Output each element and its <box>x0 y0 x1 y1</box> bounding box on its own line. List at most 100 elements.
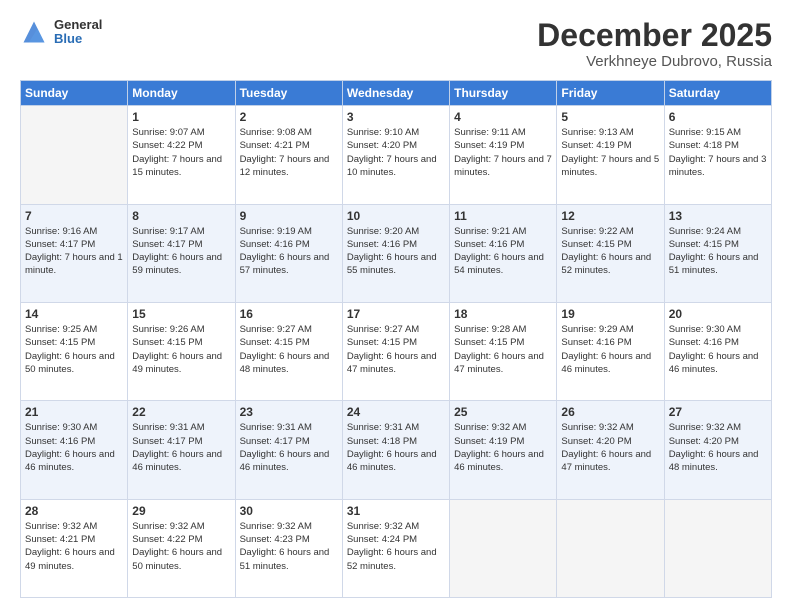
calendar-cell: 24 Sunrise: 9:31 AM Sunset: 4:18 PM Dayli… <box>342 401 449 499</box>
day-number: 27 <box>669 405 767 419</box>
day-info: Sunrise: 9:31 AM Sunset: 4:18 PM Dayligh… <box>347 421 445 474</box>
day-number: 2 <box>240 110 338 124</box>
weekday-header-friday: Friday <box>557 81 664 106</box>
logo-blue: Blue <box>54 32 102 46</box>
day-info: Sunrise: 9:27 AM Sunset: 4:15 PM Dayligh… <box>240 323 338 376</box>
day-number: 16 <box>240 307 338 321</box>
title-block: December 2025 Verkhneye Dubrovo, Russia <box>537 18 772 70</box>
day-number: 21 <box>25 405 123 419</box>
day-info: Sunrise: 9:29 AM Sunset: 4:16 PM Dayligh… <box>561 323 659 376</box>
day-info: Sunrise: 9:31 AM Sunset: 4:17 PM Dayligh… <box>240 421 338 474</box>
day-number: 23 <box>240 405 338 419</box>
day-number: 15 <box>132 307 230 321</box>
day-number: 31 <box>347 504 445 518</box>
day-info: Sunrise: 9:16 AM Sunset: 4:17 PM Dayligh… <box>25 225 123 278</box>
day-number: 22 <box>132 405 230 419</box>
calendar-cell: 12 Sunrise: 9:22 AM Sunset: 4:15 PM Dayli… <box>557 204 664 302</box>
calendar-cell: 5 Sunrise: 9:13 AM Sunset: 4:19 PM Daylig… <box>557 106 664 204</box>
calendar-cell: 1 Sunrise: 9:07 AM Sunset: 4:22 PM Daylig… <box>128 106 235 204</box>
calendar-cell: 16 Sunrise: 9:27 AM Sunset: 4:15 PM Dayli… <box>235 302 342 400</box>
location: Verkhneye Dubrovo, Russia <box>537 53 772 70</box>
calendar-cell: 2 Sunrise: 9:08 AM Sunset: 4:21 PM Daylig… <box>235 106 342 204</box>
calendar-week-2: 7 Sunrise: 9:16 AM Sunset: 4:17 PM Daylig… <box>21 204 772 302</box>
weekday-header-wednesday: Wednesday <box>342 81 449 106</box>
day-number: 26 <box>561 405 659 419</box>
logo-general: General <box>54 18 102 32</box>
day-number: 6 <box>669 110 767 124</box>
day-info: Sunrise: 9:17 AM Sunset: 4:17 PM Dayligh… <box>132 225 230 278</box>
day-info: Sunrise: 9:32 AM Sunset: 4:22 PM Dayligh… <box>132 520 230 573</box>
day-info: Sunrise: 9:30 AM Sunset: 4:16 PM Dayligh… <box>669 323 767 376</box>
day-info: Sunrise: 9:10 AM Sunset: 4:20 PM Dayligh… <box>347 126 445 179</box>
calendar-cell <box>450 499 557 597</box>
day-number: 1 <box>132 110 230 124</box>
day-info: Sunrise: 9:08 AM Sunset: 4:21 PM Dayligh… <box>240 126 338 179</box>
calendar-cell: 14 Sunrise: 9:25 AM Sunset: 4:15 PM Dayli… <box>21 302 128 400</box>
calendar-cell: 11 Sunrise: 9:21 AM Sunset: 4:16 PM Dayli… <box>450 204 557 302</box>
logo-text: General Blue <box>54 18 102 47</box>
calendar-cell: 17Sunrise: 9:27 AM Sunset: 4:15 PM Dayli… <box>342 302 449 400</box>
calendar-cell: 25Sunrise: 9:32 AM Sunset: 4:19 PM Dayli… <box>450 401 557 499</box>
page: General Blue December 2025 Verkhneye Dub… <box>0 0 792 612</box>
day-info: Sunrise: 9:21 AM Sunset: 4:16 PM Dayligh… <box>454 225 552 278</box>
calendar-cell: 8 Sunrise: 9:17 AM Sunset: 4:17 PM Daylig… <box>128 204 235 302</box>
day-number: 18 <box>454 307 552 321</box>
day-number: 20 <box>669 307 767 321</box>
day-number: 3 <box>347 110 445 124</box>
day-number: 19 <box>561 307 659 321</box>
logo-icon <box>20 18 48 46</box>
day-info: Sunrise: 9:22 AM Sunset: 4:15 PM Dayligh… <box>561 225 659 278</box>
day-info: Sunrise: 9:26 AM Sunset: 4:15 PM Dayligh… <box>132 323 230 376</box>
day-info: Sunrise: 9:32 AM Sunset: 4:23 PM Dayligh… <box>240 520 338 573</box>
day-number: 7 <box>25 209 123 223</box>
day-info: Sunrise: 9:11 AM Sunset: 4:19 PM Dayligh… <box>454 126 552 179</box>
calendar-week-1: 1 Sunrise: 9:07 AM Sunset: 4:22 PM Daylig… <box>21 106 772 204</box>
day-number: 28 <box>25 504 123 518</box>
calendar-cell: 20 Sunrise: 9:30 AM Sunset: 4:16 PM Dayli… <box>664 302 771 400</box>
calendar-cell: 19 Sunrise: 9:29 AM Sunset: 4:16 PM Dayli… <box>557 302 664 400</box>
day-info: Sunrise: 9:25 AM Sunset: 4:15 PM Dayligh… <box>25 323 123 376</box>
day-number: 9 <box>240 209 338 223</box>
day-number: 5 <box>561 110 659 124</box>
day-info: Sunrise: 9:07 AM Sunset: 4:22 PM Dayligh… <box>132 126 230 179</box>
calendar-table: SundayMondayTuesdayWednesdayThursdayFrid… <box>20 80 772 598</box>
calendar-cell: 28Sunrise: 9:32 AM Sunset: 4:21 PM Dayli… <box>21 499 128 597</box>
calendar-cell: 15 Sunrise: 9:26 AM Sunset: 4:15 PM Dayli… <box>128 302 235 400</box>
calendar-header-row: SundayMondayTuesdayWednesdayThursdayFrid… <box>21 81 772 106</box>
weekday-header-tuesday: Tuesday <box>235 81 342 106</box>
calendar-cell: 9Sunrise: 9:19 AM Sunset: 4:16 PM Daylig… <box>235 204 342 302</box>
day-number: 4 <box>454 110 552 124</box>
day-number: 11 <box>454 209 552 223</box>
day-number: 12 <box>561 209 659 223</box>
calendar-cell: 6Sunrise: 9:15 AM Sunset: 4:18 PM Daylig… <box>664 106 771 204</box>
day-number: 17 <box>347 307 445 321</box>
calendar-cell <box>664 499 771 597</box>
calendar-cell: 23 Sunrise: 9:31 AM Sunset: 4:17 PM Dayli… <box>235 401 342 499</box>
calendar-cell: 10Sunrise: 9:20 AM Sunset: 4:16 PM Dayli… <box>342 204 449 302</box>
calendar-cell: 13 Sunrise: 9:24 AM Sunset: 4:15 PM Dayli… <box>664 204 771 302</box>
calendar-cell: 26Sunrise: 9:32 AM Sunset: 4:20 PM Dayli… <box>557 401 664 499</box>
calendar-cell: 29Sunrise: 9:32 AM Sunset: 4:22 PM Dayli… <box>128 499 235 597</box>
calendar-cell: 21 Sunrise: 9:30 AM Sunset: 4:16 PM Dayli… <box>21 401 128 499</box>
day-number: 13 <box>669 209 767 223</box>
calendar-cell: 7 Sunrise: 9:16 AM Sunset: 4:17 PM Daylig… <box>21 204 128 302</box>
day-number: 24 <box>347 405 445 419</box>
day-info: Sunrise: 9:20 AM Sunset: 4:16 PM Dayligh… <box>347 225 445 278</box>
day-info: Sunrise: 9:32 AM Sunset: 4:24 PM Dayligh… <box>347 520 445 573</box>
weekday-header-thursday: Thursday <box>450 81 557 106</box>
calendar-cell: 30 Sunrise: 9:32 AM Sunset: 4:23 PM Dayli… <box>235 499 342 597</box>
day-info: Sunrise: 9:24 AM Sunset: 4:15 PM Dayligh… <box>669 225 767 278</box>
day-number: 14 <box>25 307 123 321</box>
calendar-cell: 4 Sunrise: 9:11 AM Sunset: 4:19 PM Daylig… <box>450 106 557 204</box>
day-info: Sunrise: 9:13 AM Sunset: 4:19 PM Dayligh… <box>561 126 659 179</box>
day-number: 30 <box>240 504 338 518</box>
day-number: 8 <box>132 209 230 223</box>
calendar-cell: 3 Sunrise: 9:10 AM Sunset: 4:20 PM Daylig… <box>342 106 449 204</box>
calendar-week-5: 28Sunrise: 9:32 AM Sunset: 4:21 PM Dayli… <box>21 499 772 597</box>
calendar-cell: 22Sunrise: 9:31 AM Sunset: 4:17 PM Dayli… <box>128 401 235 499</box>
day-info: Sunrise: 9:30 AM Sunset: 4:16 PM Dayligh… <box>25 421 123 474</box>
day-info: Sunrise: 9:32 AM Sunset: 4:20 PM Dayligh… <box>669 421 767 474</box>
month-title: December 2025 <box>537 18 772 53</box>
calendar-cell: 31 Sunrise: 9:32 AM Sunset: 4:24 PM Dayli… <box>342 499 449 597</box>
calendar-cell <box>557 499 664 597</box>
